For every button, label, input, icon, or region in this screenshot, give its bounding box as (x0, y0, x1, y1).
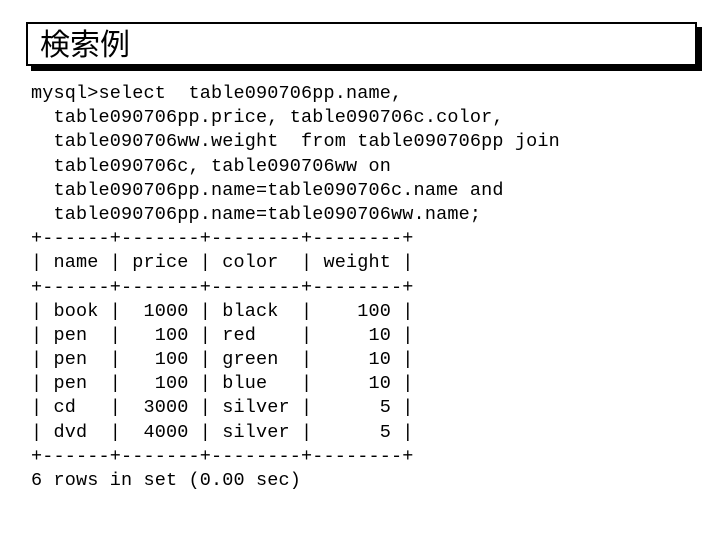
slide-title-block: 検索例 (26, 22, 702, 71)
sql-query-line: table090706c, table090706ww on (31, 155, 392, 177)
table-rule-header: +------+-------+--------+--------+ (31, 276, 414, 298)
result-status-text: 6 rows in set (0.00 sec) (31, 470, 302, 491)
table-row: | cd | 3000 | silver | 5 | (31, 397, 414, 419)
page-title: 検索例 (40, 28, 130, 63)
sql-query-line: mysql>select table090706pp.name, (31, 83, 403, 104)
console-transcript: mysql>select table090706pp.name, table09… (31, 82, 691, 493)
table-row: | book | 1000 | black | 100 | (31, 300, 414, 322)
table-row: | dvd | 4000 | silver | 5 | (31, 421, 414, 443)
slide-title-box: 検索例 (26, 22, 697, 66)
table-row: | pen | 100 | green | 10 | (31, 349, 414, 371)
sql-query-line: table090706ww.weight from table090706pp … (31, 131, 560, 153)
table-rule-top: +------+-------+--------+--------+ (31, 228, 414, 250)
table-row: | pen | 100 | blue | 10 | (31, 373, 414, 395)
sql-query-line: table090706pp.name=table090706ww.name; (31, 203, 482, 225)
table-row: | pen | 100 | red | 10 | (31, 324, 414, 346)
table-header-row: | name | price | color | weight | (31, 252, 414, 274)
table-rule-bottom: +------+-------+--------+--------+ (31, 445, 414, 467)
sql-query-line: table090706pp.name=table090706c.name and (31, 179, 504, 201)
sql-query-line: table090706pp.price, table090706c.color, (31, 107, 504, 129)
